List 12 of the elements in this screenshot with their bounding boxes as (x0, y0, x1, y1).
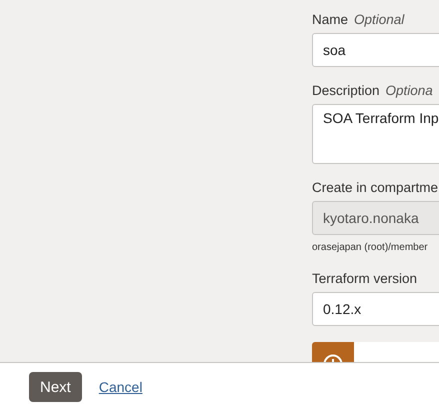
cancel-link[interactable]: Cancel (98, 379, 142, 395)
optional-hint: Optional (354, 12, 404, 28)
field-label: Name (312, 12, 348, 28)
version-select[interactable]: 0.12.x (312, 292, 439, 326)
description-field[interactable]: SOA Terraform Inp (312, 104, 439, 164)
optional-hint: Optiona (386, 83, 433, 99)
field-label: Create in compartme (312, 180, 438, 196)
compartment-path: orasejapan (root)/member (312, 242, 429, 254)
next-button[interactable]: Next (29, 372, 82, 402)
field-label: Description (312, 83, 380, 99)
text-field[interactable]: soa (312, 33, 439, 67)
field-label: Terraform version (312, 271, 418, 287)
